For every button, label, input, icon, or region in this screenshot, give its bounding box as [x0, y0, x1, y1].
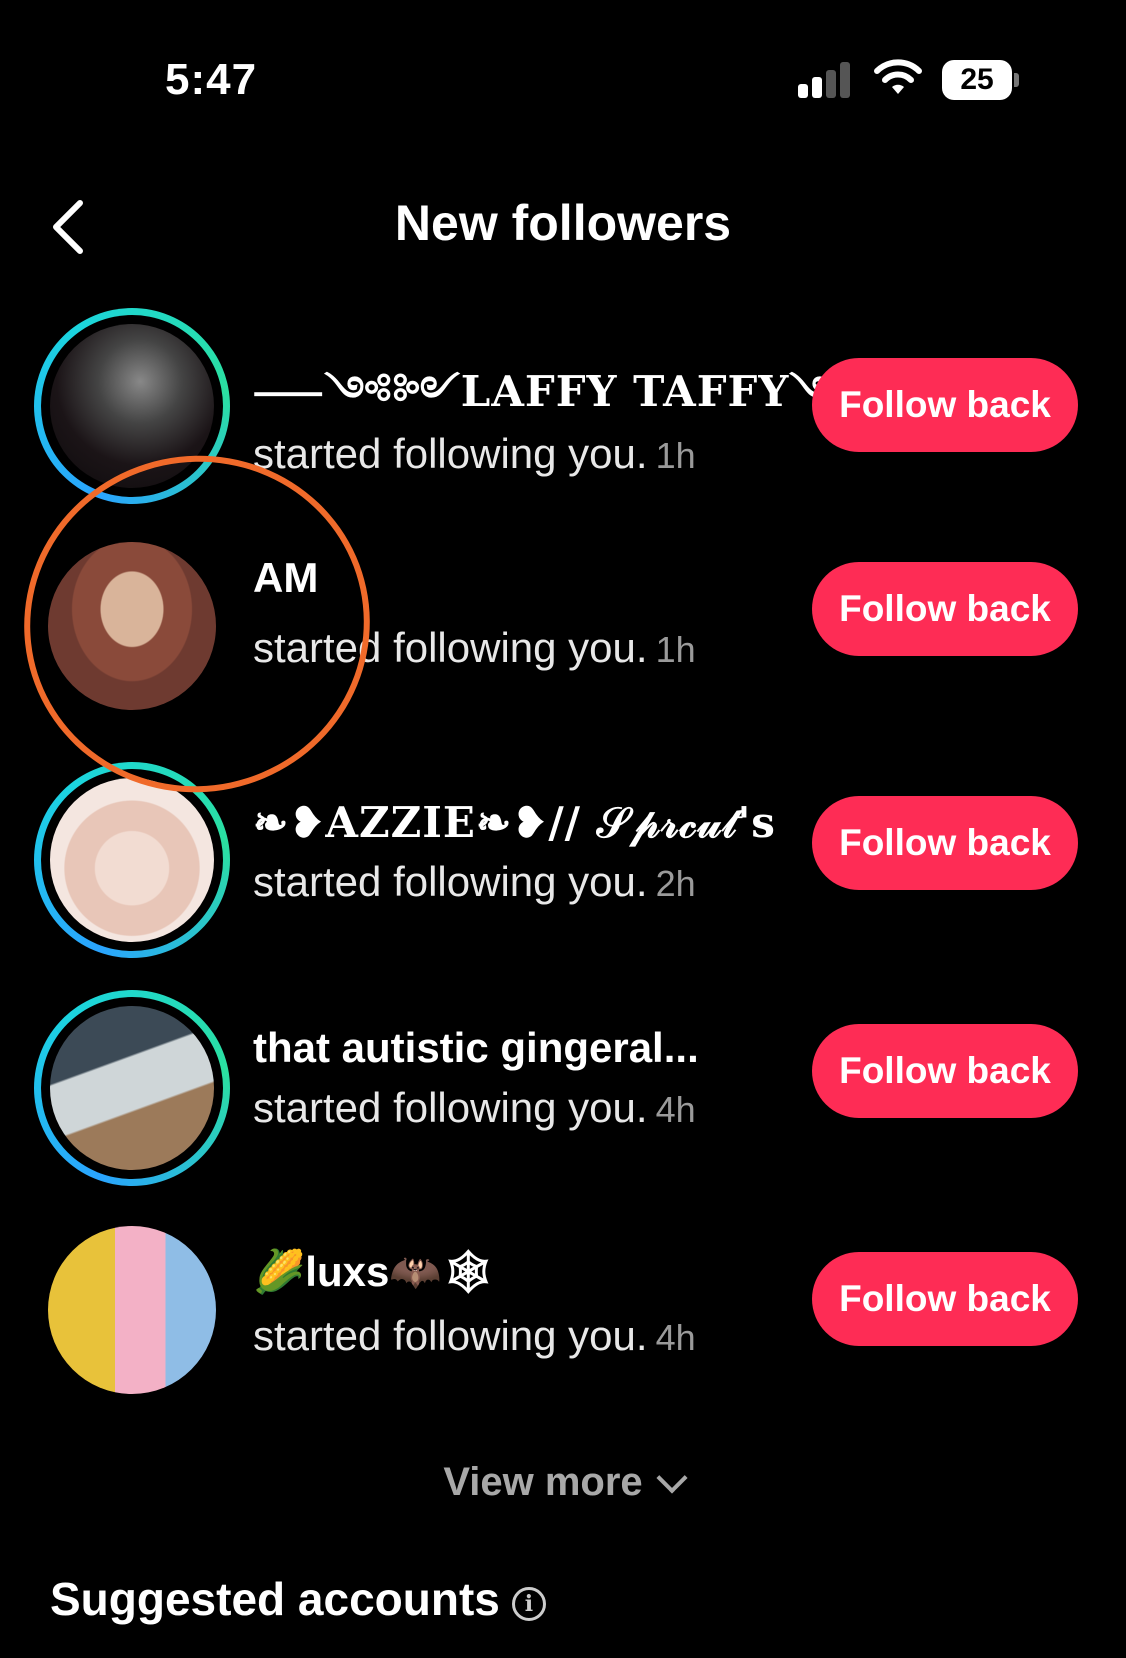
follower-name[interactable]: ❧❥AZZIE❧❥// 𝒮𝓅𝓇𝒸𝓊𝓉's [253, 798, 776, 848]
follower-name[interactable]: AM [253, 554, 318, 602]
wifi-icon [874, 59, 922, 94]
follower-row[interactable]: AM started following you. 1h Follow back [0, 528, 1126, 756]
avatar-image [50, 1006, 214, 1170]
suggested-accounts-heading: Suggested accounts i [50, 1572, 546, 1626]
follow-back-button[interactable]: Follow back [812, 1024, 1078, 1118]
follower-activity: started following you. 4h [253, 1084, 696, 1132]
follower-row[interactable]: ⸺༺༻LAFFY TAFFY༺༻⸺ started following you.… [0, 300, 1126, 528]
view-more-label: View more [443, 1460, 643, 1504]
avatar[interactable] [34, 1212, 230, 1408]
follower-activity: started following you. 1h [253, 430, 696, 478]
follower-row[interactable]: that autistic gingeral... started follow… [0, 984, 1126, 1212]
nav-header: New followers [0, 180, 1126, 270]
follower-activity: started following you. 2h [253, 858, 696, 906]
follower-row[interactable]: 🌽luxs🦇🕸 started following you. 4h Follow … [0, 1212, 1126, 1440]
activity-text: started following you. [253, 624, 648, 671]
follow-back-button[interactable]: Follow back [812, 1252, 1078, 1346]
follower-name[interactable]: that autistic gingeral... [253, 1024, 699, 1072]
info-icon[interactable]: i [511, 1587, 546, 1621]
follower-row[interactable]: ❧❥AZZIE❧❥// 𝒮𝓅𝓇𝒸𝓊𝓉's started following y… [0, 756, 1126, 984]
status-time: 5:47 [165, 55, 258, 104]
follow-back-button[interactable]: Follow back [812, 358, 1078, 452]
avatar[interactable] [34, 990, 230, 1186]
activity-time: 4h [655, 1089, 696, 1130]
follower-activity: started following you. 4h [253, 1312, 696, 1360]
avatar-image [50, 324, 214, 488]
view-more-button[interactable]: View more [0, 1460, 1126, 1505]
follower-name[interactable]: 🌽luxs🦇🕸 [253, 1248, 495, 1297]
activity-time: 1h [655, 435, 696, 476]
activity-text: started following you. [253, 430, 648, 477]
follower-list: ⸺༺༻LAFFY TAFFY༺༻⸺ started following you.… [0, 300, 1126, 1440]
follower-activity: started following you. 1h [253, 624, 696, 672]
avatar[interactable] [34, 308, 230, 504]
cellular-signal-icon [798, 62, 856, 98]
follow-back-button[interactable]: Follow back [812, 796, 1078, 890]
status-bar: 5:47 25 [0, 0, 1126, 150]
avatar-image [48, 542, 216, 710]
activity-text: started following you. [253, 1084, 648, 1131]
battery-icon: 25 [942, 60, 1012, 100]
chevron-down-icon [656, 1462, 688, 1494]
battery-tip [1014, 73, 1019, 87]
avatar[interactable] [34, 762, 230, 958]
avatar[interactable] [34, 528, 230, 724]
avatar-image [48, 1226, 216, 1394]
avatar-image [50, 778, 214, 942]
activity-text: started following you. [253, 858, 648, 905]
suggested-title: Suggested accounts [50, 1573, 500, 1625]
page-title: New followers [394, 195, 732, 251]
activity-time: 1h [655, 629, 696, 670]
activity-time: 4h [655, 1317, 696, 1358]
follow-back-button[interactable]: Follow back [812, 562, 1078, 656]
activity-text: started following you. [253, 1312, 648, 1359]
activity-time: 2h [655, 863, 696, 904]
